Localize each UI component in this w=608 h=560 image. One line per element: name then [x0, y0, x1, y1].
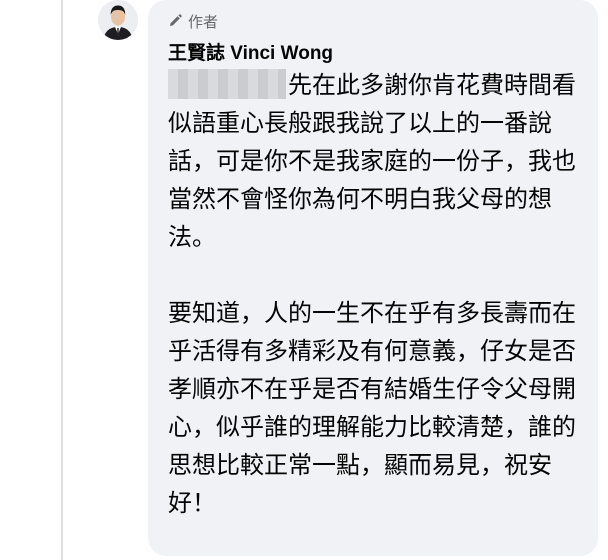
thread-line: [61, 0, 63, 560]
author-name[interactable]: 王賢誌 Vinci Wong: [168, 38, 333, 65]
redacted-mention: [168, 69, 286, 99]
author-badge: 作者: [168, 10, 218, 32]
avatar[interactable]: [98, 0, 138, 40]
comment-text: 先在此多謝你肯花費時間看似語重心長般跟我說了以上的一番說話，可是你不是我家庭的一…: [168, 66, 588, 522]
comment-paragraph-2: 要知道，人的一生不在乎有多長壽而在乎活得有多精彩及有何意義，仔女是否孝順亦不在乎…: [168, 299, 576, 517]
comment-paragraph-1: 先在此多謝你肯花費時間看似語重心長般跟我說了以上的一番說話，可是你不是我家庭的一…: [168, 66, 588, 256]
pencil-icon: [170, 14, 182, 26]
avatar-image: [98, 0, 138, 40]
author-badge-label: 作者: [188, 12, 219, 31]
comment-bubble: 作者 王賢誌 Vinci Wong 先在此多謝你肯花費時間看似語重心長般跟我說了…: [148, 0, 598, 556]
